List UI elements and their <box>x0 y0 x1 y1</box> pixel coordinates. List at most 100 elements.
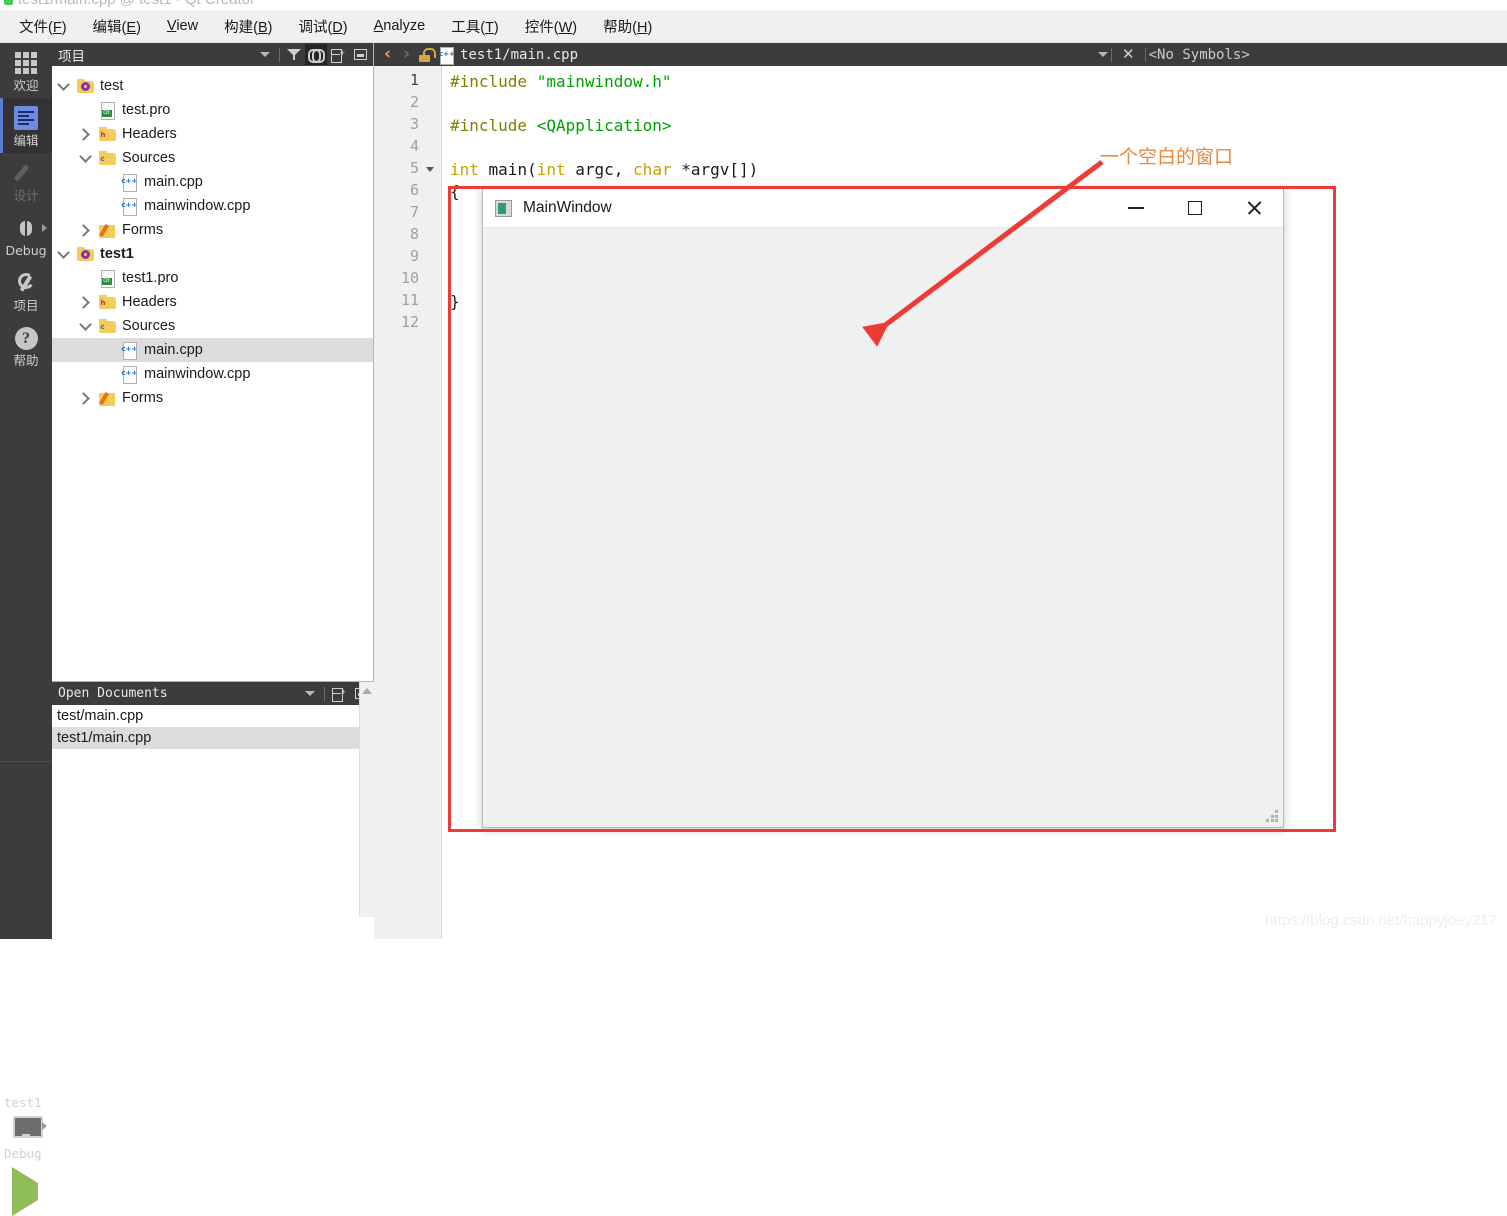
close-panel-icon <box>353 49 367 60</box>
tree-item-label: Sources <box>122 318 176 334</box>
tree-item-main-cpp[interactable]: main.cpp <box>52 338 373 362</box>
kit-selector-button[interactable] <box>0 1110 52 1146</box>
mode-button-help[interactable]: ? 帮助 <box>0 318 52 373</box>
tree-item-label: mainwindow.cpp <box>144 198 251 214</box>
editor-file-dropdown[interactable] <box>1098 52 1109 57</box>
editor-close-button[interactable]: ✕ <box>1115 47 1142 62</box>
mode-button-welcome[interactable]: 欢迎 <box>0 43 52 98</box>
tree-item-sources[interactable]: c Sources <box>52 314 373 338</box>
menu-item-编辑e[interactable]: 编辑(E) <box>80 12 154 41</box>
tree-item-main-cpp[interactable]: main.cpp <box>52 170 373 194</box>
qt-logo-icon <box>4 0 13 5</box>
cpp-file-icon <box>118 174 140 192</box>
tree-item-headers[interactable]: h Headers <box>52 122 373 146</box>
code-line: #include "mainwindow.h" <box>450 71 672 93</box>
cpp-file-icon <box>439 46 455 65</box>
divider <box>1111 47 1113 62</box>
line-number: 9 <box>409 247 419 265</box>
tree-item-label: test1.pro <box>122 270 179 286</box>
sidebar-close-button[interactable] <box>349 44 371 65</box>
tree-item-mainwindow-cpp[interactable]: mainwindow.cpp <box>52 362 373 386</box>
open-document-item[interactable]: test/main.cpp <box>52 705 374 727</box>
menu-item-控件w[interactable]: 控件(W) <box>512 12 590 41</box>
expander-expand-icon[interactable] <box>74 127 96 141</box>
line-number: 6 <box>409 181 419 199</box>
tree-item-label: test.pro <box>122 102 171 118</box>
symbol-selector[interactable]: <No Symbols> <box>1149 47 1250 63</box>
mode-button-edit[interactable]: 编辑 <box>0 98 52 153</box>
sidebar-link-button[interactable] <box>305 44 327 65</box>
tree-item-label: main.cpp <box>144 342 203 358</box>
code-token: main( <box>478 160 537 179</box>
tree-item-test1-pro[interactable]: test1.pro <box>52 266 373 290</box>
mode-button-debug[interactable]: Debug <box>0 208 52 263</box>
line-number: 1 <box>409 71 419 89</box>
expander-expand-icon[interactable] <box>74 223 96 237</box>
open-documents-scrollbar[interactable] <box>359 682 374 917</box>
code-fold-marker[interactable] <box>426 167 434 172</box>
opendocs-view-dropdown[interactable] <box>299 683 321 704</box>
menu-item-帮助h[interactable]: 帮助(H) <box>590 12 665 41</box>
qt-app-icon <box>495 199 512 217</box>
cpp-file-icon <box>118 342 140 360</box>
tree-item-label: Sources <box>122 150 176 166</box>
line-number: 7 <box>409 203 419 221</box>
tree-item-mainwindow-cpp[interactable]: mainwindow.cpp <box>52 194 373 218</box>
expander-collapse-icon[interactable] <box>74 150 96 163</box>
expander-collapse-icon[interactable] <box>74 318 96 331</box>
code-line: } <box>450 291 460 313</box>
menu-item-view[interactable]: View <box>154 14 211 38</box>
tree-item-forms[interactable]: Forms <box>52 386 373 410</box>
menu-item-调试d[interactable]: 调试(D) <box>285 12 360 41</box>
expander-collapse-icon[interactable] <box>52 246 74 259</box>
menu-item-文件f[interactable]: 文件(F) <box>6 12 80 41</box>
project-tree: test test.pro h Headers c Sources main.cpp main… <box>52 66 373 410</box>
navigate-back-button[interactable]: ‹ <box>378 46 397 63</box>
mode-button-projects[interactable]: 项目 <box>0 263 52 318</box>
cpp-file-icon <box>118 198 140 216</box>
tree-item-test1[interactable]: test1 <box>52 242 373 266</box>
expander-expand-icon[interactable] <box>74 295 96 309</box>
sidebar-filter-button[interactable] <box>283 44 305 65</box>
resize-grip-icon[interactable] <box>1266 810 1278 822</box>
code-token: #include <box>450 116 537 135</box>
tree-item-test[interactable]: test <box>52 74 373 98</box>
annotation-arrow <box>862 160 1104 347</box>
menu-item-构建b[interactable]: 构建(B) <box>211 12 285 41</box>
sidebar-title: 项目 <box>58 48 85 65</box>
tree-item-label: main.cpp <box>144 174 203 190</box>
headers-folder-icon: h <box>96 127 118 141</box>
open-document-item[interactable]: test1/main.cpp <box>52 727 374 749</box>
tree-item-test-pro[interactable]: test.pro <box>52 98 373 122</box>
editor-filename[interactable]: test1/main.cpp <box>454 47 578 63</box>
minimize-button[interactable] <box>1106 189 1165 228</box>
expander-collapse-icon[interactable] <box>52 78 74 91</box>
menu-item-analyze[interactable]: Analyze <box>361 14 439 38</box>
unlocked-icon[interactable] <box>419 47 437 62</box>
divider <box>1144 47 1146 62</box>
line-number: 11 <box>400 291 419 309</box>
navigate-forward-button[interactable]: › <box>397 46 416 63</box>
menu-item-工具t[interactable]: 工具(T) <box>438 12 512 41</box>
forms-folder-icon <box>96 223 118 238</box>
forms-folder-icon <box>96 391 118 406</box>
tree-item-headers[interactable]: h Headers <box>52 290 373 314</box>
sidebar-split-button[interactable]: + <box>327 44 349 65</box>
expander-expand-icon[interactable] <box>74 391 96 405</box>
code-token: int <box>536 160 566 179</box>
project-icon <box>74 79 96 93</box>
tree-item-sources[interactable]: c Sources <box>52 146 373 170</box>
sidebar-view-dropdown[interactable] <box>254 44 276 65</box>
close-button[interactable] <box>1224 189 1283 228</box>
code-token: argc, <box>565 160 634 179</box>
editor-toolbar: ‹ › test1/main.cpp ✕ <No Symbols> <box>374 43 1507 66</box>
run-button[interactable] <box>0 1167 52 1216</box>
sidebar-header: 项目 + <box>52 43 373 66</box>
chevron-up-icon[interactable] <box>362 688 372 694</box>
maximize-button[interactable] <box>1165 189 1224 228</box>
opendocs-split-button[interactable]: + <box>328 683 350 704</box>
pencil-icon <box>0 160 52 186</box>
code-token: } <box>450 292 460 311</box>
tree-item-forms[interactable]: Forms <box>52 218 373 242</box>
tree-item-label: Headers <box>122 294 177 310</box>
